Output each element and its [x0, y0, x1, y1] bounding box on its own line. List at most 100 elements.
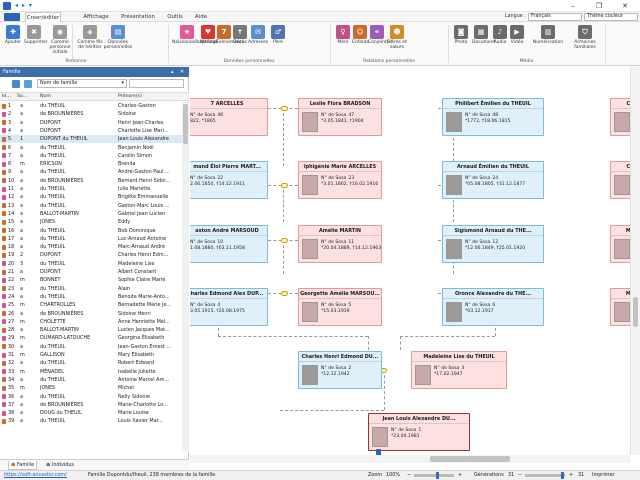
table-row[interactable]: 19 2 DUPONT Charles Henri Edm... — [0, 251, 182, 259]
person-card[interactable]: Arnaud Émilien du THEUIL N° de Sosa 24 *05.… — [442, 161, 544, 199]
person-card[interactable]: 7 ARCELLES N° de Sosa 46 822, *1865 — [190, 98, 268, 136]
table-row[interactable]: 11 a du THEUIL Julie Mariette — [0, 185, 182, 193]
table-row[interactable]: 39 a du THEUIL Louis Xavier Mar... — [0, 417, 182, 425]
pin-icon[interactable]: ▴ — [171, 67, 174, 77]
marriage-rings-icon[interactable] — [281, 106, 288, 111]
zoom-slider[interactable] — [414, 472, 454, 479]
ribbon-button-4[interactable]: ▤ Données personnelles — [102, 24, 134, 58]
table-row[interactable]: 7 a du THEUIL Carolin Simon — [0, 152, 182, 160]
ribbon-button-16[interactable]: ▦ Document — [472, 24, 495, 58]
refresh-icon[interactable] — [12, 80, 20, 88]
tab-outils[interactable]: Outils — [164, 12, 186, 22]
table-row[interactable]: 9 a du THEUIL André-Gaston Paul ... — [0, 168, 182, 176]
person-card[interactable]: aston André MARSOUD N° de Sosa 10 1.08.1880… — [190, 225, 268, 263]
table-row[interactable]: 30 a du THEUIL Jean-Gaston Ernest ... — [0, 343, 182, 351]
column-header-id[interactable]: Id... — [2, 93, 11, 101]
tab-affichage[interactable]: Affichage — [80, 12, 112, 22]
tree-horizontal-scrollbar-thumb[interactable] — [430, 456, 510, 462]
table-row[interactable]: 27 m CHOLETTE Anne Henriette Mél... — [0, 318, 182, 326]
ribbon-button-9[interactable]: ✉ Adresses — [248, 24, 268, 58]
table-row[interactable]: 2 a de BROUNNIÈRES Sidoine — [0, 110, 182, 118]
table-row[interactable]: 24 a du THEUIL Benoite Marie-Anto... — [0, 293, 182, 301]
ribbon-button-17[interactable]: ♪ Audio — [492, 24, 508, 58]
ribbon-button-6[interactable]: ♥ Mariage — [200, 24, 218, 58]
print-button[interactable]: Imprimer — [592, 471, 614, 480]
filter-select[interactable]: Nom de famille ▾ — [37, 79, 127, 88]
column-header-sosa[interactable]: So... — [17, 93, 27, 101]
table-row[interactable]: 38 a DOUG du THEUIL Marie Louise — [0, 409, 182, 417]
ribbon-button-19[interactable]: ▥ Numérisation — [528, 24, 568, 58]
marriage-rings-icon[interactable] — [281, 238, 288, 243]
person-card[interactable]: Jean Louis Alexandre DU... N° de Sosa 1 *23… — [368, 413, 470, 451]
filter-icon[interactable] — [24, 80, 32, 88]
person-card[interactable]: Ma — [610, 288, 630, 326]
table-row[interactable]: 18 a du THEUIL Marc-Arnaud André — [0, 243, 182, 251]
ribbon-button-1[interactable]: ✖ Supprimer — [24, 24, 48, 58]
table-row[interactable]: 36 a du THEUIL Nelly Sidonie — [0, 393, 182, 401]
table-row[interactable]: 20 3 du THEUIL Madeleine Lise — [0, 260, 182, 268]
zoom-out-button[interactable]: − — [407, 471, 411, 480]
table-row[interactable]: 6 a du THEUIL Benjamin Noël — [0, 144, 182, 152]
zoom-in-button[interactable]: + — [458, 471, 462, 480]
table-row[interactable]: 37 a de BROUNNIÈRES Marie-Charlotte Lo... — [0, 401, 182, 409]
tab-presentation[interactable]: Présentation — [118, 12, 158, 22]
person-card[interactable]: mand Éloi Pierre MART... N° de Sosa 22 2.06… — [190, 161, 268, 199]
quick-access-dropdown-icon[interactable]: ▾ — [29, 2, 32, 10]
table-row[interactable]: 28 a BALLOT-MARTIN Lucien Jacques Mat... — [0, 326, 182, 334]
ribbon-button-5[interactable]: ★ Naissance/baptême — [172, 24, 217, 58]
search-input[interactable] — [129, 79, 184, 88]
redo-icon[interactable]: ▸ — [22, 2, 25, 10]
person-card[interactable]: Sigismond Arnaud du THE... N° de Sosa 12 *1… — [442, 225, 544, 263]
ribbon-button-13[interactable]: ⚭ Conjoint(s) — [368, 24, 392, 58]
family-tree-canvas[interactable]: 7 ARCELLES N° de Sosa 46 822, *1865 Leslie F… — [190, 67, 630, 455]
person-card[interactable]: harles Edmond Alex DUP... N° de Sosa 4 3.05… — [190, 288, 268, 326]
maximize-button[interactable]: ❐ — [588, 0, 610, 12]
table-row[interactable]: 17 a du THEUIL Luc-Arnaud Antoine — [0, 235, 182, 243]
person-card[interactable]: Ca — [610, 161, 630, 199]
column-header-prenoms[interactable]: Prénom(s) — [118, 93, 142, 101]
person-card[interactable]: Philibert Émilien du THEUIL N° de Sosa 48 *… — [442, 98, 544, 136]
ribbon-button-3[interactable]: ◈ Comme fils de héritier — [76, 24, 104, 58]
tab-aide[interactable]: Aide — [192, 12, 210, 22]
minimize-button[interactable]: – — [562, 0, 584, 12]
ribbon-button-7[interactable]: 7 Évènements — [216, 24, 244, 58]
table-row[interactable]: 1 a du THEUIL Charles-Gaston — [0, 102, 182, 110]
ribbon-button-20[interactable]: ⛉ Armoiries familiales — [572, 24, 598, 58]
person-card[interactable]: Oronce Alexandre du THE... N° de Sosa 6 *03… — [442, 288, 544, 326]
language-select[interactable]: Français — [528, 13, 582, 21]
table-row[interactable]: 16 a du THEUIL Bob Dominique — [0, 227, 182, 235]
person-card[interactable]: Ch — [610, 98, 630, 136]
person-card[interactable]: Iphigénie Marie ARCELLES N° de Sosa 23 *3.0… — [298, 161, 382, 199]
ribbon-button-14[interactable]: ☻ Frères et sœurs — [386, 24, 408, 58]
tree-vertical-scrollbar-thumb[interactable] — [633, 297, 638, 327]
close-window-button[interactable]: ✕ — [614, 0, 636, 12]
table-row[interactable]: 25 m CHARTROLLES Bernadette Marie Je... — [0, 301, 182, 309]
ribbon-button-0[interactable]: ✚ Ajouter — [4, 24, 22, 58]
table-row[interactable]: 4 a DUPONT Charlotte Lise Mari... — [0, 127, 182, 135]
table-row[interactable]: 32 a du THEUIL Robert Edward — [0, 359, 182, 367]
table-row[interactable]: 14 a BALLOT-MARTIN Gabriel Jean Lucien — [0, 210, 182, 218]
table-row[interactable]: 29 m DUMARD-LATOUCHE Georgina Élisabeth — [0, 334, 182, 342]
theme-color-select[interactable]: Thème couleur — [584, 13, 638, 21]
undo-icon[interactable]: ◂ — [15, 2, 18, 10]
panel-scrollbar-thumb[interactable] — [183, 104, 188, 144]
generations-slider-thumb[interactable] — [561, 472, 564, 479]
person-card[interactable]: Madeleine Lise du THEUIL N° de Sosa 3 *17.0… — [411, 351, 507, 389]
zoom-slider-thumb[interactable] — [436, 472, 439, 479]
marriage-rings-icon[interactable] — [281, 183, 288, 188]
person-card[interactable]: Ma — [610, 225, 630, 263]
ribbon-button-11[interactable]: ♀ Mère — [336, 24, 350, 58]
ribbon-button-2[interactable]: ◉ Comme personne initiale — [46, 24, 74, 58]
tab-famille[interactable]: ☗ Famille — [8, 461, 38, 470]
person-card[interactable]: Georgette Amélie MARSOU... N° de Sosa 5 *15… — [298, 288, 382, 326]
table-row[interactable]: 5 1 DUPONT du THEUIL Jean Louis Alexandre — [0, 135, 182, 144]
table-row[interactable]: 34 a du THEUIL Antoine Marcel Arn... — [0, 376, 182, 384]
tree-horizontal-scrollbar[interactable] — [190, 455, 630, 463]
column-header-nom[interactable]: Nom — [40, 93, 51, 101]
generations-decrease-button[interactable]: − — [518, 471, 522, 480]
table-row[interactable]: 22 m BONNET Sophie Claire Marie — [0, 276, 182, 284]
table-row[interactable]: 8 m ERICSON Brenda — [0, 160, 182, 168]
generations-increase-button[interactable]: + — [569, 471, 573, 480]
person-card[interactable]: Charles Henri Edmond DU... N° de Sosa 2 *12… — [298, 351, 382, 389]
person-card[interactable]: Leslie Flora BRADSON N° de Sosa 47 *3.05.18… — [298, 98, 382, 136]
